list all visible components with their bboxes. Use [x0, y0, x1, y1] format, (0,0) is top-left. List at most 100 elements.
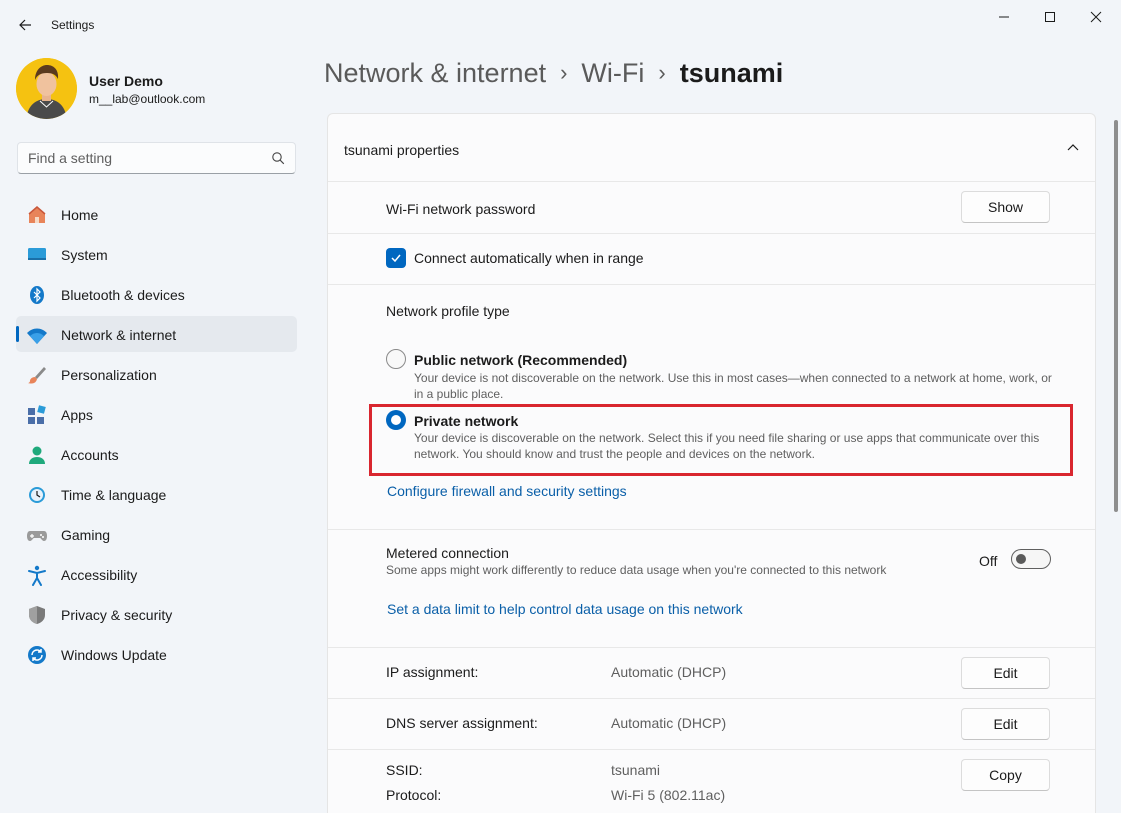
- close-button[interactable]: [1073, 0, 1119, 34]
- metered-toggle-state: Off: [979, 553, 998, 569]
- sidebar-item-label: Home: [61, 207, 99, 223]
- ip-edit-button[interactable]: Edit: [961, 657, 1050, 689]
- close-icon: [1090, 11, 1102, 23]
- sidebar-item-windows-update[interactable]: Windows Update: [16, 636, 297, 672]
- back-arrow-icon: [19, 19, 31, 31]
- maximize-button[interactable]: [1027, 0, 1073, 34]
- user-name: User Demo: [89, 73, 163, 89]
- breadcrumb-separator: ›: [560, 60, 568, 85]
- gamepad-icon: [26, 524, 48, 546]
- firewall-settings-link[interactable]: Configure firewall and security settings: [387, 483, 627, 499]
- dns-assignment-label: DNS server assignment:: [386, 715, 538, 731]
- ssid-value: tsunami: [611, 762, 661, 778]
- sidebar-item-label: Accessibility: [61, 567, 138, 583]
- sidebar-nav: Home System Bluetooth & devices Network …: [16, 196, 297, 676]
- ip-assignment-label: IP assignment:: [386, 664, 479, 680]
- divider: [328, 647, 1095, 648]
- chevron-up-icon[interactable]: [1065, 140, 1081, 156]
- public-network-title[interactable]: Public network (Recommended): [414, 352, 627, 368]
- private-network-title[interactable]: Private network: [414, 413, 518, 429]
- sidebar-item-label: Time & language: [61, 487, 167, 503]
- dns-edit-button[interactable]: Edit: [961, 708, 1050, 740]
- wifi-icon: [26, 324, 48, 346]
- private-network-description: Your device is discoverable on the netwo…: [414, 431, 1040, 461]
- avatar: [16, 58, 77, 119]
- accessibility-icon: [26, 564, 48, 586]
- metered-connection-description: Some apps might work differently to redu…: [386, 563, 887, 577]
- metered-connection-toggle[interactable]: [1011, 549, 1051, 569]
- breadcrumb-network[interactable]: Network & internet: [324, 58, 546, 88]
- sidebar-item-personalization[interactable]: Personalization: [16, 356, 297, 392]
- ssid-label: SSID:: [386, 762, 423, 778]
- bluetooth-icon: [26, 284, 48, 306]
- scrollbar[interactable]: [1114, 120, 1118, 512]
- accounts-icon: [26, 444, 48, 466]
- divider: [328, 749, 1095, 750]
- checkmark-icon: [391, 254, 401, 263]
- sidebar-item-label: Accounts: [61, 447, 119, 463]
- connect-automatically-label[interactable]: Connect automatically when in range: [414, 250, 644, 266]
- wifi-password-label: Wi-Fi network password: [386, 201, 536, 217]
- sidebar-item-privacy[interactable]: Privacy & security: [16, 596, 297, 632]
- page-title: tsunami: [679, 58, 784, 88]
- update-icon: [26, 644, 48, 666]
- divider: [328, 529, 1095, 530]
- search-box[interactable]: [17, 142, 296, 174]
- search-icon[interactable]: [271, 151, 285, 165]
- home-icon: [26, 204, 48, 226]
- minimize-icon: [999, 16, 1009, 18]
- sidebar-item-network[interactable]: Network & internet: [16, 316, 297, 352]
- sidebar-item-label: System: [61, 247, 108, 263]
- data-limit-link[interactable]: Set a data limit to help control data us…: [387, 601, 743, 617]
- sidebar-item-label: Bluetooth & devices: [61, 287, 185, 303]
- private-network-radio[interactable]: [386, 410, 406, 430]
- sidebar-item-label: Windows Update: [61, 647, 167, 663]
- divider: [328, 233, 1095, 234]
- search-input[interactable]: [18, 143, 258, 173]
- breadcrumb: Network & internet › Wi-Fi › tsunami: [324, 58, 783, 89]
- sidebar-item-accessibility[interactable]: Accessibility: [16, 556, 297, 592]
- title-bar: Settings: [0, 0, 1121, 46]
- copy-button[interactable]: Copy: [961, 759, 1050, 791]
- brush-icon: [26, 364, 48, 386]
- divider: [328, 698, 1095, 699]
- sidebar-item-label: Privacy & security: [61, 607, 173, 623]
- sidebar-item-home[interactable]: Home: [16, 196, 297, 232]
- sidebar-item-bluetooth[interactable]: Bluetooth & devices: [16, 276, 297, 312]
- dns-assignment-value: Automatic (DHCP): [611, 715, 727, 731]
- public-network-description: Your device is not discoverable on the n…: [414, 371, 1052, 401]
- profile-type-heading: Network profile type: [386, 303, 510, 319]
- connect-automatically-checkbox[interactable]: [386, 248, 406, 268]
- minimize-button[interactable]: [981, 0, 1027, 34]
- apps-icon: [26, 404, 48, 426]
- maximize-icon: [1045, 12, 1055, 22]
- user-email: m__lab@outlook.com: [89, 92, 206, 106]
- sidebar-item-system[interactable]: System: [16, 236, 297, 272]
- sidebar-item-time-language[interactable]: Time & language: [16, 476, 297, 512]
- sidebar-item-label: Network & internet: [61, 327, 177, 343]
- shield-icon: [26, 604, 48, 626]
- show-password-button[interactable]: Show: [961, 191, 1050, 223]
- sidebar-item-label: Gaming: [61, 527, 111, 543]
- back-button[interactable]: [10, 10, 40, 40]
- sidebar-item-label: Apps: [61, 407, 93, 423]
- breadcrumb-wifi[interactable]: Wi-Fi: [581, 58, 644, 88]
- system-icon: [26, 244, 48, 266]
- properties-panel: tsunami properties Wi-Fi network passwor…: [327, 113, 1096, 813]
- sidebar-item-label: Personalization: [61, 367, 157, 383]
- properties-header[interactable]: tsunami properties: [328, 114, 1095, 182]
- app-title: Settings: [51, 18, 95, 32]
- properties-title: tsunami properties: [344, 142, 460, 158]
- sidebar-item-gaming[interactable]: Gaming: [16, 516, 297, 552]
- public-network-radio[interactable]: [386, 349, 406, 369]
- divider: [328, 284, 1095, 285]
- user-profile[interactable]: User Demo m__lab@outlook.com: [16, 58, 296, 120]
- metered-connection-label: Metered connection: [386, 545, 509, 561]
- sidebar-item-apps[interactable]: Apps: [16, 396, 297, 432]
- protocol-value: Wi-Fi 5 (802.11ac): [611, 787, 726, 803]
- sidebar-item-accounts[interactable]: Accounts: [16, 436, 297, 472]
- avatar-icon: [16, 58, 77, 119]
- breadcrumb-separator: ›: [658, 60, 666, 85]
- ip-assignment-value: Automatic (DHCP): [611, 664, 727, 680]
- protocol-label: Protocol:: [386, 787, 442, 803]
